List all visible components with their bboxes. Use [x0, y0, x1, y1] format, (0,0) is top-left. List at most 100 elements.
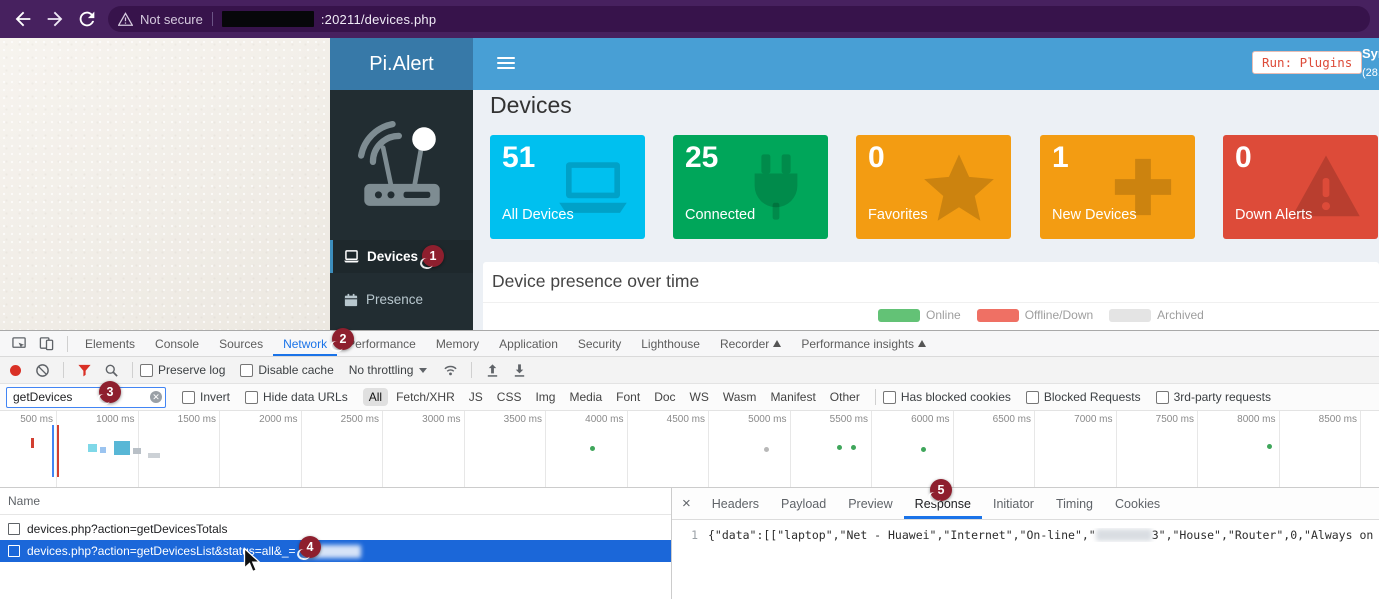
- blocked-requests-checkbox[interactable]: Blocked Requests: [1026, 390, 1141, 404]
- detail-tab-payload[interactable]: Payload: [770, 489, 837, 519]
- filter-type-other[interactable]: Other: [824, 388, 866, 406]
- detail-tab-cookies[interactable]: Cookies: [1104, 489, 1171, 519]
- inspect-element-icon[interactable]: [12, 336, 27, 351]
- timeline-dot: [837, 445, 842, 450]
- tab-network[interactable]: Network: [273, 332, 337, 356]
- tab-sources[interactable]: Sources: [209, 332, 273, 356]
- timeline-tick: 7000 ms: [1035, 411, 1117, 487]
- detail-tab-preview[interactable]: Preview: [837, 489, 903, 519]
- network-overview-timeline[interactable]: 500 ms 1000 ms 1500 ms 2000 ms 2500 ms 3…: [0, 411, 1379, 488]
- close-icon[interactable]: ×: [682, 495, 691, 512]
- filter-type-wasm[interactable]: Wasm: [717, 388, 763, 406]
- brand-title: Pi.Alert: [369, 53, 433, 76]
- timeline-tick: 8000 ms: [1198, 411, 1280, 487]
- clear-input-icon[interactable]: ✕: [150, 391, 162, 403]
- filter-type-css[interactable]: CSS: [491, 388, 528, 406]
- stat-value: 0: [1235, 141, 1252, 175]
- security-label: Not secure: [140, 12, 203, 27]
- name-column-header[interactable]: Name: [0, 488, 671, 515]
- filter-icon[interactable]: [77, 363, 92, 378]
- run-plugins-button[interactable]: Run: Plugins: [1252, 51, 1362, 74]
- invert-checkbox[interactable]: Invert: [182, 390, 230, 404]
- timeline-mark: [88, 444, 97, 452]
- tab-application[interactable]: Application: [489, 332, 568, 356]
- search-icon[interactable]: [104, 363, 119, 378]
- sidebar-item-label: Presence: [366, 292, 423, 307]
- tab-performance-insights[interactable]: Performance insights: [791, 332, 936, 356]
- detail-tab-initiator[interactable]: Initiator: [982, 489, 1045, 519]
- tab-elements[interactable]: Elements: [75, 332, 145, 356]
- network-request-row-selected[interactable]: devices.php?action=getDevicesList&status…: [0, 540, 671, 562]
- filter-type-font[interactable]: Font: [610, 388, 646, 406]
- detail-tab-timing[interactable]: Timing: [1045, 489, 1104, 519]
- checkbox: [245, 391, 258, 404]
- tab-lighthouse[interactable]: Lighthouse: [631, 332, 710, 356]
- record-button[interactable]: [10, 365, 21, 376]
- stat-card-down-alerts[interactable]: 0 Down Alerts: [1223, 135, 1378, 239]
- network-request-row[interactable]: devices.php?action=getDevicesTotals: [0, 518, 671, 540]
- annotation-number: 5: [938, 483, 945, 497]
- back-icon[interactable]: [12, 8, 34, 30]
- divider: [483, 302, 1379, 303]
- tab-security[interactable]: Security: [568, 332, 631, 356]
- timeline-tick: 500 ms: [0, 411, 57, 487]
- address-bar[interactable]: Not secure :20211/devices.php: [108, 6, 1370, 32]
- filter-type-ws[interactable]: WS: [684, 388, 715, 406]
- network-conditions-icon[interactable]: [443, 363, 458, 378]
- has-blocked-cookies-checkbox[interactable]: Has blocked cookies: [883, 390, 1011, 404]
- import-har-icon[interactable]: [485, 363, 500, 378]
- clear-icon[interactable]: [35, 363, 50, 378]
- brand-header[interactable]: Pi.Alert: [330, 38, 473, 90]
- timeline-tick: 6000 ms: [872, 411, 954, 487]
- screenshot-root: Not secure :20211/devices.php Pi.Alert R…: [0, 0, 1379, 599]
- detail-tab-headers[interactable]: Headers: [701, 489, 770, 519]
- network-request-list: Name devices.php?action=getDevicesTotals…: [0, 488, 672, 599]
- filter-type-fetch-xhr[interactable]: Fetch/XHR: [390, 388, 461, 406]
- preserve-log-checkbox[interactable]: Preserve log: [140, 363, 225, 377]
- timeline-mark: [100, 447, 106, 453]
- filter-type-all[interactable]: All: [363, 388, 388, 406]
- corner-line-1: Sym: [1362, 46, 1379, 61]
- disable-cache-checkbox[interactable]: Disable cache: [240, 363, 333, 377]
- timeline-tick: 4500 ms: [628, 411, 710, 487]
- sidebar-item-presence[interactable]: Presence: [330, 283, 473, 316]
- third-party-requests-checkbox[interactable]: 3rd-party requests: [1156, 390, 1271, 404]
- divider: [212, 12, 213, 26]
- blocked-requests-label: Blocked Requests: [1044, 390, 1141, 404]
- checkbox: [240, 364, 253, 377]
- sidebar-toggle-icon[interactable]: [497, 57, 515, 70]
- filter-type-img[interactable]: Img: [529, 388, 561, 406]
- redacted-host: [222, 11, 314, 27]
- export-har-icon[interactable]: [512, 363, 527, 378]
- device-toolbar-icon[interactable]: [39, 336, 54, 351]
- refresh-icon[interactable]: [76, 8, 98, 30]
- legend-swatch: [977, 309, 1019, 322]
- legend-item-offline: Offline/Down: [977, 308, 1093, 322]
- timeline-tick: 2000 ms: [220, 411, 302, 487]
- filter-type-doc[interactable]: Doc: [648, 388, 681, 406]
- stat-card-new-devices[interactable]: 1 New Devices: [1040, 135, 1195, 239]
- hide-data-urls-checkbox[interactable]: Hide data URLs: [245, 390, 348, 404]
- stat-card-favorites[interactable]: 0 Favorites: [856, 135, 1011, 239]
- divider: [132, 362, 133, 378]
- timeline-dot: [1267, 444, 1272, 449]
- sidebar-item-devices[interactable]: Devices: [330, 240, 473, 273]
- tab-recorder[interactable]: Recorder: [710, 332, 791, 356]
- stat-card-connected[interactable]: 25 Connected: [673, 135, 828, 239]
- throttling-select[interactable]: No throttling: [349, 363, 428, 377]
- filter-type-media[interactable]: Media: [563, 388, 608, 406]
- filter-type-js[interactable]: JS: [463, 388, 489, 406]
- tab-console[interactable]: Console: [145, 332, 209, 356]
- legend-label: Offline/Down: [1025, 308, 1093, 322]
- timeline-dot: [851, 445, 856, 450]
- stat-label: All Devices: [502, 207, 574, 223]
- tab-memory[interactable]: Memory: [426, 332, 489, 356]
- not-secure-warning-icon: [118, 12, 133, 26]
- response-text: {"data":[["laptop","Net - Huawei","Inter…: [708, 528, 1096, 542]
- forward-icon[interactable]: [44, 8, 66, 30]
- checkbox: [140, 364, 153, 377]
- network-filter-input[interactable]: [11, 389, 145, 406]
- stat-value: 25: [685, 141, 718, 175]
- filter-type-manifest[interactable]: Manifest: [764, 388, 821, 406]
- stat-card-all-devices[interactable]: 51 All Devices: [490, 135, 645, 239]
